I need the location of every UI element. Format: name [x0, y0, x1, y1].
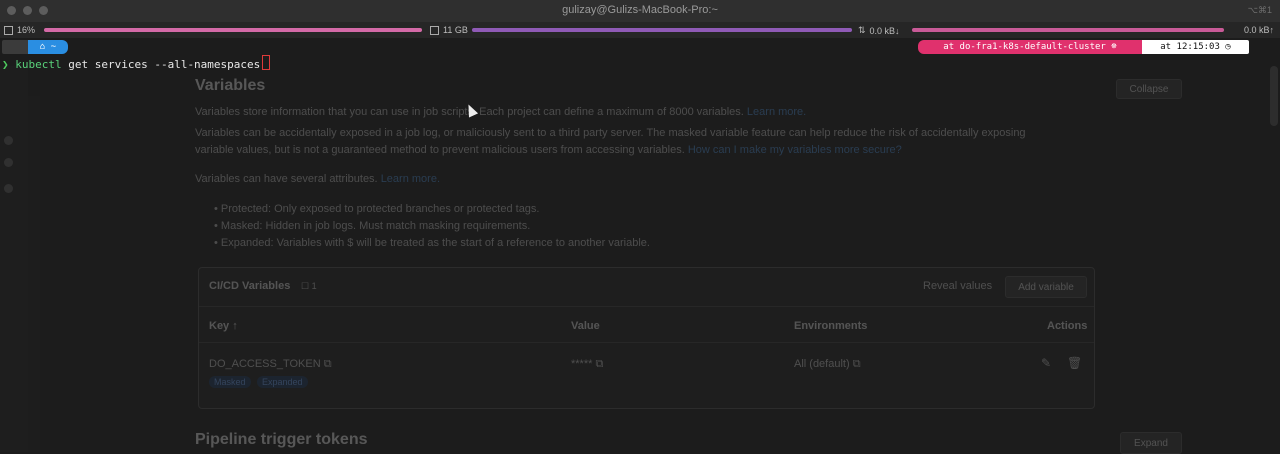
- time-segment: at 12:15:03 ◷: [1142, 40, 1249, 54]
- badge-masked: Masked: [209, 376, 251, 388]
- bullet-masked: • Masked: Hidden in job logs. Must match…: [214, 220, 531, 232]
- text-cursor: [262, 55, 271, 70]
- secure-variables-link[interactable]: How can I make my variables more secure?: [688, 144, 902, 156]
- header-divider: [199, 342, 1094, 343]
- bullet-protected: • Protected: Only exposed to protected b…: [214, 203, 540, 215]
- network-meter: [912, 28, 1224, 32]
- delete-icon[interactable]: 🗑: [1067, 356, 1082, 370]
- network-up-value: 0.0 kB↑: [1243, 25, 1274, 35]
- column-environments: Environments: [794, 320, 868, 332]
- cpu-value: 16%: [17, 25, 36, 35]
- expand-button[interactable]: Expand: [1120, 432, 1182, 454]
- status-bar: 16% 11 GB ⇅ 0.0 kB↓ 0.0 kB↑: [0, 22, 1280, 38]
- memory-meter: [472, 28, 852, 32]
- sidebar-dot-icon: [4, 136, 13, 145]
- reveal-values-button[interactable]: Reveal values: [923, 280, 992, 292]
- background-scrollbar: [1270, 66, 1278, 126]
- directory-segment: ⌂ ~: [28, 40, 68, 54]
- cpu-icon: [4, 25, 13, 35]
- sidebar-dot-icon: [4, 184, 13, 193]
- network-down-status: ⇅ 0.0 kB↓: [858, 25, 900, 36]
- network-up-status: 0.0 kB↑: [1244, 25, 1274, 35]
- row-key[interactable]: DO_ACCESS_TOKEN ⧉: [209, 358, 332, 371]
- window-title: gulizay@Gulizs-MacBook-Pro:~: [562, 4, 718, 16]
- memory-value: 11 GB: [443, 25, 468, 35]
- attributes-text: Variables can have several attributes.: [195, 173, 378, 185]
- cicd-variables-card: CI/CD Variables ☐ 1 Reveal values Add va…: [198, 267, 1095, 409]
- network-icon: ⇅: [858, 25, 866, 35]
- variables-intro: Variables store information that you can…: [195, 104, 806, 121]
- variable-count: ☐ 1: [301, 281, 317, 291]
- window-shortcut: ⌥⌘1: [1247, 5, 1272, 15]
- row-environment: All (default) ⧉: [794, 358, 861, 370]
- apple-segment: [2, 40, 28, 54]
- background-sidebar: [0, 66, 28, 452]
- row-value[interactable]: ***** ⧉: [571, 358, 603, 371]
- variables-heading: Variables: [195, 77, 266, 94]
- command-args: get services --all-namespaces: [61, 58, 261, 71]
- learn-more-link-2[interactable]: Learn more.: [381, 173, 440, 185]
- network-down-value: 0.0 kB↓: [869, 25, 900, 36]
- edit-icon[interactable]: ✎: [1041, 356, 1051, 370]
- prompt-chevron: ❯: [2, 58, 9, 71]
- memory-icon: [430, 25, 439, 35]
- background-page: Variables Collapse Variables store infor…: [0, 66, 1280, 454]
- masked-warning-line-2: variable values, but is not a guaranteed…: [195, 142, 902, 159]
- collapse-button[interactable]: Collapse: [1116, 79, 1182, 99]
- column-value: Value: [571, 320, 600, 332]
- home-icon: ⌂: [39, 42, 51, 52]
- command-name: kubectl: [15, 58, 62, 71]
- window-titlebar: gulizay@Gulizs-MacBook-Pro:~ ⌥⌘1: [0, 0, 1280, 23]
- directory-value: ~: [50, 42, 57, 52]
- column-key[interactable]: Key ↑: [209, 320, 238, 332]
- cpu-meter: [44, 28, 422, 32]
- card-title: CI/CD Variables: [209, 280, 291, 292]
- masked-warning-line-1: Variables can be accidentally exposed in…: [195, 127, 1026, 139]
- bullet-expanded: • Expanded: Variables with $ will be tre…: [214, 237, 650, 249]
- add-variable-button[interactable]: Add variable: [1005, 276, 1087, 298]
- column-actions: Actions: [1047, 320, 1088, 332]
- cpu-status: 16%: [4, 25, 35, 35]
- pipeline-trigger-heading: Pipeline trigger tokens: [195, 431, 368, 448]
- command-line[interactable]: ❯ kubectl get services --all-namespaces: [2, 55, 271, 71]
- sidebar-dot-icon: [4, 158, 13, 167]
- card-divider: [199, 306, 1094, 307]
- badge-expanded: Expanded: [257, 376, 308, 388]
- warning-text: variable values, but is not a guaranteed…: [195, 144, 685, 156]
- kube-context-segment: at do-fra1-k8s-default-cluster ☸: [918, 40, 1142, 54]
- memory-status: 11 GB: [430, 25, 468, 35]
- attributes-intro: Variables can have several attributes. L…: [195, 171, 440, 188]
- background-subsidebar: [28, 96, 40, 452]
- learn-more-link[interactable]: Learn more.: [747, 106, 806, 118]
